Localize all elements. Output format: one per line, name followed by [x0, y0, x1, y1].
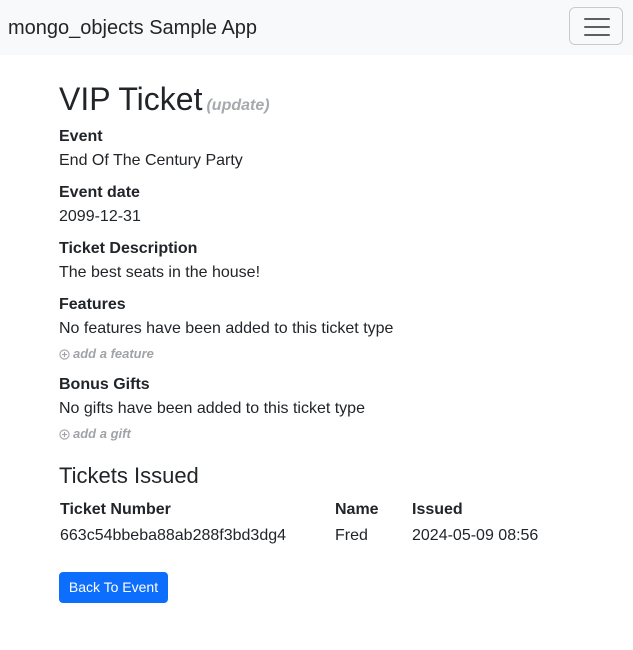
plus-circle-icon: [59, 429, 70, 440]
back-to-event-button[interactable]: Back To Event: [59, 572, 168, 603]
features-value: No features have been added to this tick…: [59, 320, 394, 337]
bonus-gifts-value: No gifts have been added to this ticket …: [59, 400, 365, 417]
ticket-title: VIP Ticket: [59, 81, 203, 117]
column-header-name: Name: [335, 501, 379, 518]
event-label: Event: [59, 128, 103, 145]
column-header-issued: Issued: [412, 501, 463, 518]
add-feature-link[interactable]: add a feature: [59, 346, 154, 362]
ticket-name-cell: Fred: [335, 527, 368, 544]
ticket-issued-cell: 2024-05-09 08:56: [412, 527, 539, 544]
hamburger-menu-icon: [584, 18, 610, 36]
ticket-description-label: Ticket Description: [59, 240, 198, 257]
add-gift-link[interactable]: add a gift: [59, 426, 131, 442]
ticket-description-value: The best seats in the house!: [59, 264, 261, 281]
features-label: Features: [59, 296, 126, 313]
ticket-number-cell: 663c54bbeba88ab288f3bd3dg4: [60, 527, 287, 544]
event-date-value: 2099-12-31: [59, 208, 141, 225]
tickets-issued-heading: Tickets Issued: [59, 463, 199, 488]
bonus-gifts-label: Bonus Gifts: [59, 376, 150, 393]
event-value: End Of The Century Party: [59, 152, 243, 169]
add-gift-label: add a gift: [73, 426, 131, 441]
plus-circle-icon: [59, 349, 70, 360]
page-title: VIP Ticket (update): [59, 80, 270, 118]
update-link[interactable]: (update): [206, 97, 269, 114]
event-date-label: Event date: [59, 184, 140, 201]
column-header-ticket-number: Ticket Number: [60, 501, 171, 518]
navbar-brand[interactable]: mongo_objects Sample App: [8, 15, 257, 41]
add-feature-label: add a feature: [73, 346, 154, 361]
navbar-toggler-button[interactable]: [569, 7, 623, 45]
navbar: mongo_objects Sample App: [0, 0, 633, 55]
